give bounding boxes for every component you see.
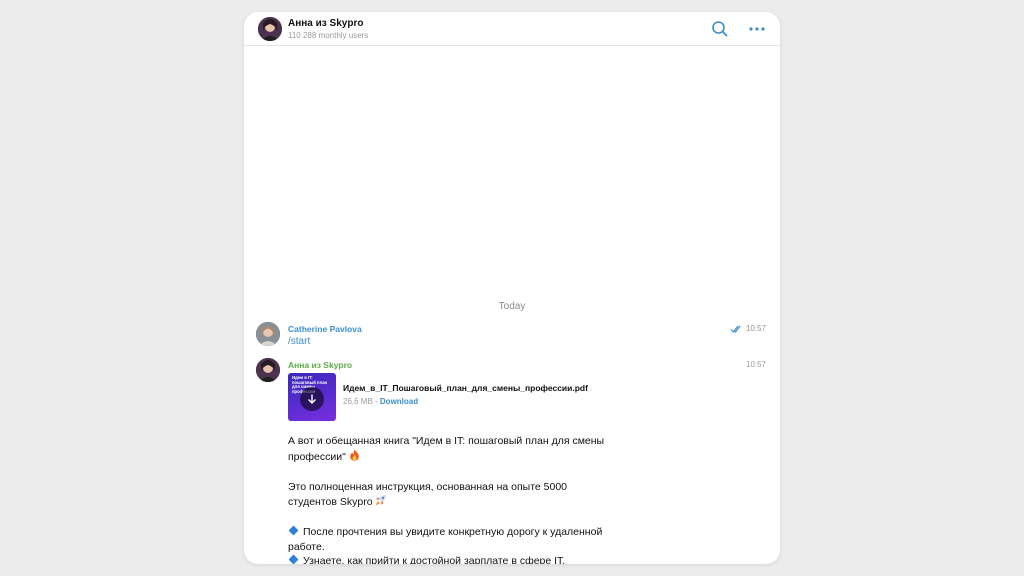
channel-avatar[interactable] xyxy=(258,17,282,41)
document-meta: 26,6 MB - Download xyxy=(343,397,418,406)
sender-avatar[interactable] xyxy=(256,358,280,382)
download-arrow-icon xyxy=(308,394,316,404)
message-time: 10:57 xyxy=(745,360,766,369)
meta-separator: - xyxy=(372,397,380,406)
download-link[interactable]: Download xyxy=(380,397,418,406)
command-link[interactable]: /start xyxy=(288,336,310,347)
bullet-item-1: После прочтения вы увидите конкретную до… xyxy=(288,526,603,553)
more-horizontal-icon xyxy=(749,27,765,31)
fire-icon xyxy=(349,449,360,466)
channel-subtitle: 110 288 monthly users xyxy=(288,31,369,40)
bullet-item-2: Узнаете, как прийти к достойной зарплате… xyxy=(303,555,566,564)
sender-name[interactable]: Анна из Skypro xyxy=(288,360,352,370)
channel-title[interactable]: Анна из Skypro xyxy=(288,18,363,29)
sender-name[interactable]: Catherine Pavlova xyxy=(288,324,362,334)
document-file-name[interactable]: Идем_в_IT_Пошаговый_план_для_смены_профе… xyxy=(343,383,588,393)
download-button[interactable] xyxy=(300,387,324,411)
double-check-icon xyxy=(730,325,741,333)
date-separator: Today xyxy=(498,301,526,312)
document-thumbnail[interactable]: Идем в IT: пошаговый план для смены проф… xyxy=(288,373,336,421)
blue-diamond-icon xyxy=(288,525,299,536)
sender-avatar[interactable] xyxy=(256,322,280,346)
paragraph-description: Это полноценная инструкция, основанная н… xyxy=(288,480,568,509)
chat-header: Анна из Skypro 110 288 monthly users xyxy=(244,12,780,46)
message-time: 10:57 xyxy=(745,324,766,333)
rocket-icon xyxy=(375,494,387,511)
more-options-button[interactable] xyxy=(747,19,767,39)
message-text: А вот и обещанная книга "Идем в IT: поша… xyxy=(288,434,608,564)
search-button[interactable] xyxy=(710,19,730,39)
paragraph-intro: А вот и обещанная книга "Идем в IT: поша… xyxy=(288,435,605,463)
blue-diamond-icon xyxy=(288,554,299,564)
document-size: 26,6 MB xyxy=(343,397,373,406)
search-icon xyxy=(712,21,728,37)
chat-window: Анна из Skypro 110 288 monthly users Tod… xyxy=(244,12,780,564)
